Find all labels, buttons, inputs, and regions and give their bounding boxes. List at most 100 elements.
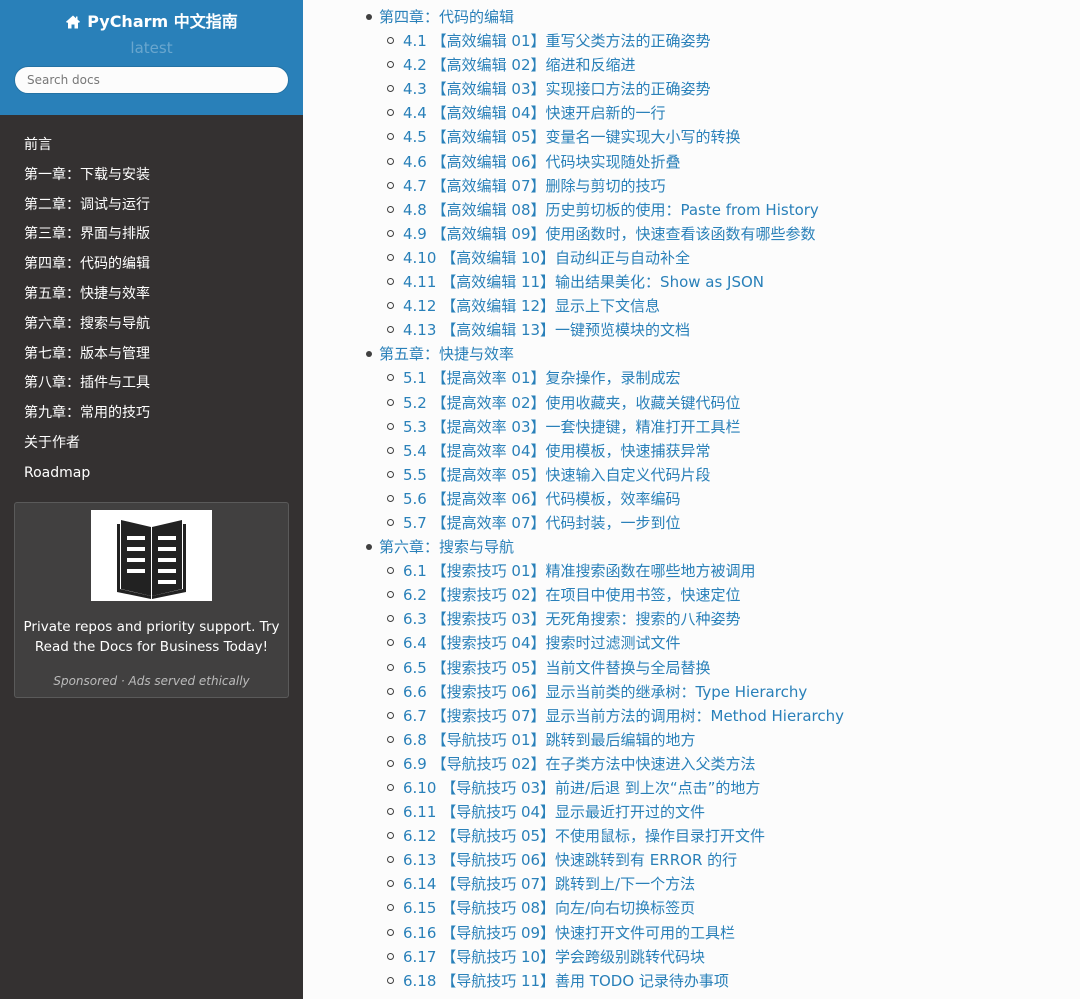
toc-section-link[interactable]: 4.3 【高效编辑 03】实现接口方法的正确姿势 [403, 80, 711, 98]
sidebar-item[interactable]: 第六章：搜索与导航 [0, 310, 303, 340]
toc-section-title: 【导航技巧 10】学会跨级别跳转代码块 [441, 947, 706, 966]
ad-text[interactable]: Private repos and priority support. Try … [15, 617, 288, 657]
ad-sponsor-label[interactable]: Sponsored · Ads served ethically [15, 674, 288, 688]
toc-section-number: 5.4 [403, 441, 427, 460]
toc-section-link[interactable]: 5.6 【提高效率 06】代码模板，效率编码 [403, 490, 681, 508]
toc-section-link[interactable]: 4.13 【高效编辑 13】一键预览模块的文档 [403, 321, 690, 339]
toc-section-number: 6.9 [403, 754, 427, 773]
toc-section-link[interactable]: 5.2 【提高效率 02】使用收藏夹，收藏关键代码位 [403, 394, 741, 412]
toc-section: 5.7 【提高效率 07】代码封装，一步到位 [303, 511, 1080, 535]
toc-section: 6.8 【导航技巧 01】跳转到最后编辑的地方 [303, 728, 1080, 752]
toc-section-title: 【导航技巧 06】快速跳转到有 ERROR 的行 [441, 851, 738, 870]
toc-section-link[interactable]: 6.1 【搜索技巧 01】精准搜索函数在哪些地方被调用 [403, 562, 756, 580]
toc-section: 5.2 【提高效率 02】使用收藏夹，收藏关键代码位 [303, 391, 1080, 415]
toc-section-number: 6.5 [403, 658, 427, 677]
toc-section-number: 5.7 [403, 513, 427, 532]
toc-section-link[interactable]: 4.7 【高效编辑 07】删除与剪切的技巧 [403, 177, 666, 195]
toc-section: 6.1 【搜索技巧 01】精准搜索函数在哪些地方被调用 [303, 559, 1080, 583]
sidebar-item[interactable]: 关于作者 [0, 429, 303, 459]
toc-section-number: 5.6 [403, 489, 427, 508]
toc-section-link[interactable]: 6.12 【导航技巧 05】不使用鼠标，操作目录打开文件 [403, 827, 765, 845]
toc-section-link[interactable]: 6.7 【搜索技巧 07】显示当前方法的调用树：Method Hierarchy [403, 707, 844, 725]
sidebar-item[interactable]: 第三章：界面与排版 [0, 220, 303, 250]
toc-section-title: 【高效编辑 01】重写父类方法的正确姿势 [431, 32, 711, 51]
toc-section-link[interactable]: 6.9 【导航技巧 02】在子类方法中快速进入父类方法 [403, 755, 756, 773]
toc-section-link[interactable]: 5.4 【提高效率 04】使用模板，快速捕获异常 [403, 442, 711, 460]
toc-section-number: 5.1 [403, 369, 427, 388]
toc-section: 4.4 【高效编辑 04】快速开启新的一行 [303, 101, 1080, 125]
sidebar-item[interactable]: 第二章：调试与运行 [0, 191, 303, 221]
sidebar-item[interactable]: 第七章：版本与管理 [0, 340, 303, 370]
toc-section-link[interactable]: 6.10 【导航技巧 03】前进/后退 到上次“点击”的地方 [403, 779, 760, 797]
toc-section-link[interactable]: 6.5 【搜索技巧 05】当前文件替换与全局替换 [403, 659, 711, 677]
toc-section-link[interactable]: 4.9 【高效编辑 09】使用函数时，快速查看该函数有哪些参数 [403, 225, 816, 243]
toc-section-link[interactable]: 4.6 【高效编辑 06】代码块实现随处折叠 [403, 153, 681, 171]
toc-section-link[interactable]: 6.14 【导航技巧 07】跳转到上/下一个方法 [403, 875, 695, 893]
toc-section-title: 【搜索技巧 06】显示当前类的继承树：Type Hierarchy [431, 682, 808, 701]
sidebar: PyCharm 中文指南 latest 前言第一章：下载与安装第二章：调试与运行… [0, 0, 303, 999]
toc-section: 5.4 【提高效率 04】使用模板，快速捕获异常 [303, 439, 1080, 463]
sidebar-item[interactable]: 第九章：常用的技巧 [0, 399, 303, 429]
toc-section-number: 6.3 [403, 610, 427, 629]
toc-section-number: 6.7 [403, 706, 427, 725]
toc-section-link[interactable]: 5.3 【提高效率 03】一套快捷键，精准打开工具栏 [403, 418, 741, 436]
sidebar-item[interactable]: Roadmap [0, 459, 303, 489]
sidebar-item[interactable]: 前言 [0, 131, 303, 161]
sidebar-item[interactable]: 第五章：快捷与效率 [0, 280, 303, 310]
toc-section-title: 【高效编辑 09】使用函数时，快速查看该函数有哪些参数 [431, 224, 816, 243]
toc-section-number: 4.7 [403, 176, 427, 195]
toc-section: 6.13 【导航技巧 06】快速跳转到有 ERROR 的行 [303, 848, 1080, 872]
toc-section-link[interactable]: 6.13 【导航技巧 06】快速跳转到有 ERROR 的行 [403, 851, 737, 869]
sponsor-ad[interactable]: Private repos and priority support. Try … [14, 502, 289, 698]
toc-section: 6.15 【导航技巧 08】向左/向右切换标签页 [303, 896, 1080, 920]
toc-section-link[interactable]: 6.16 【导航技巧 09】快速打开文件可用的工具栏 [403, 924, 735, 942]
toc-section-title: 【搜索技巧 02】在项目中使用书签，快速定位 [431, 586, 741, 605]
toc-section-link[interactable]: 6.18 【导航技巧 11】善用 TODO 记录待办事项 [403, 972, 729, 990]
toc-chapter-link[interactable]: 第四章：代码的编辑 [303, 5, 1080, 29]
toc-section-link[interactable]: 4.8 【高效编辑 08】历史剪切板的使用：Paste from History [403, 201, 819, 219]
sidebar-item[interactable]: 第一章：下载与安装 [0, 161, 303, 191]
toc-section: 4.11 【高效编辑 11】输出结果美化：Show as JSON [303, 270, 1080, 294]
toc-section-link[interactable]: 4.11 【高效编辑 11】输出结果美化：Show as JSON [403, 273, 764, 291]
toc-section-title: 【导航技巧 01】跳转到最后编辑的地方 [431, 730, 696, 749]
brand-home-link[interactable]: PyCharm 中文指南 [65, 10, 238, 34]
toc-section-number: 4.13 [403, 321, 437, 340]
toc-section-link[interactable]: 4.10 【高效编辑 10】自动纠正与自动补全 [403, 249, 690, 267]
toc-section-link[interactable]: 5.5 【提高效率 05】快速输入自定义代码片段 [403, 466, 711, 484]
toc-section-link[interactable]: 5.7 【提高效率 07】代码封装，一步到位 [403, 514, 681, 532]
toc-section-link[interactable]: 6.2 【搜索技巧 02】在项目中使用书签，快速定位 [403, 586, 741, 604]
sidebar-item[interactable]: 第八章：插件与工具 [0, 369, 303, 399]
toc-section: 4.6 【高效编辑 06】代码块实现随处折叠 [303, 150, 1080, 174]
brand-title: PyCharm 中文指南 [87, 12, 238, 31]
brand-header: PyCharm 中文指南 latest [0, 0, 303, 115]
toc-section-link[interactable]: 6.17 【导航技巧 10】学会跨级别跳转代码块 [403, 948, 705, 966]
toc-section-link[interactable]: 6.3 【搜索技巧 03】无死角搜索：搜索的八种姿势 [403, 610, 741, 628]
toc-section-link[interactable]: 6.6 【搜索技巧 06】显示当前类的继承树：Type Hierarchy [403, 683, 807, 701]
toc-section-link[interactable]: 6.11 【导航技巧 04】显示最近打开过的文件 [403, 803, 705, 821]
toc-chapter-link[interactable]: 第六章：搜索与导航 [303, 535, 1080, 559]
sidebar-item[interactable]: 第四章：代码的编辑 [0, 250, 303, 280]
toc-section-link[interactable]: 6.8 【导航技巧 01】跳转到最后编辑的地方 [403, 731, 696, 749]
toc-section: 4.5 【高效编辑 05】变量名一键实现大小写的转换 [303, 125, 1080, 149]
ad-image[interactable] [91, 510, 212, 601]
toc-section-title: 【搜索技巧 07】显示当前方法的调用树：Method Hierarchy [431, 706, 845, 725]
toc-section-link[interactable]: 4.2 【高效编辑 02】缩进和反缩进 [403, 56, 636, 74]
search-input[interactable] [14, 66, 289, 94]
toc-section-link[interactable]: 4.12 【高效编辑 12】显示上下文信息 [403, 297, 660, 315]
toc-section-number: 4.5 [403, 128, 427, 147]
toc-section-link[interactable]: 4.4 【高效编辑 04】快速开启新的一行 [403, 104, 666, 122]
toc-section-link[interactable]: 4.5 【高效编辑 05】变量名一键实现大小写的转换 [403, 128, 741, 146]
toc-section: 4.7 【高效编辑 07】删除与剪切的技巧 [303, 174, 1080, 198]
toc-chapter: 第五章：快捷与效率 5.1 【提高效率 01】复杂操作，录制成宏 5.2 【提高效率… [303, 342, 1080, 535]
toc-section-title: 【搜索技巧 04】搜索时过滤测试文件 [431, 634, 681, 653]
toc-chapter-link[interactable]: 第五章：快捷与效率 [303, 342, 1080, 366]
toc-section-link[interactable]: 6.4 【搜索技巧 04】搜索时过滤测试文件 [403, 634, 681, 652]
toc-section: 6.7 【搜索技巧 07】显示当前方法的调用树：Method Hierarchy [303, 704, 1080, 728]
toc-section-link[interactable]: 6.15 【导航技巧 08】向左/向右切换标签页 [403, 899, 695, 917]
toc-section-link[interactable]: 5.1 【提高效率 01】复杂操作，录制成宏 [403, 369, 681, 387]
toc-section-title: 【导航技巧 09】快速打开文件可用的工具栏 [441, 923, 736, 942]
toc-section-title: 【高效编辑 06】代码块实现随处折叠 [431, 152, 681, 171]
toc-section: 4.13 【高效编辑 13】一键预览模块的文档 [303, 318, 1080, 342]
toc-section-title: 【导航技巧 03】前进/后退 到上次“点击”的地方 [441, 779, 761, 797]
toc-section-link[interactable]: 4.1 【高效编辑 01】重写父类方法的正确姿势 [403, 32, 711, 50]
